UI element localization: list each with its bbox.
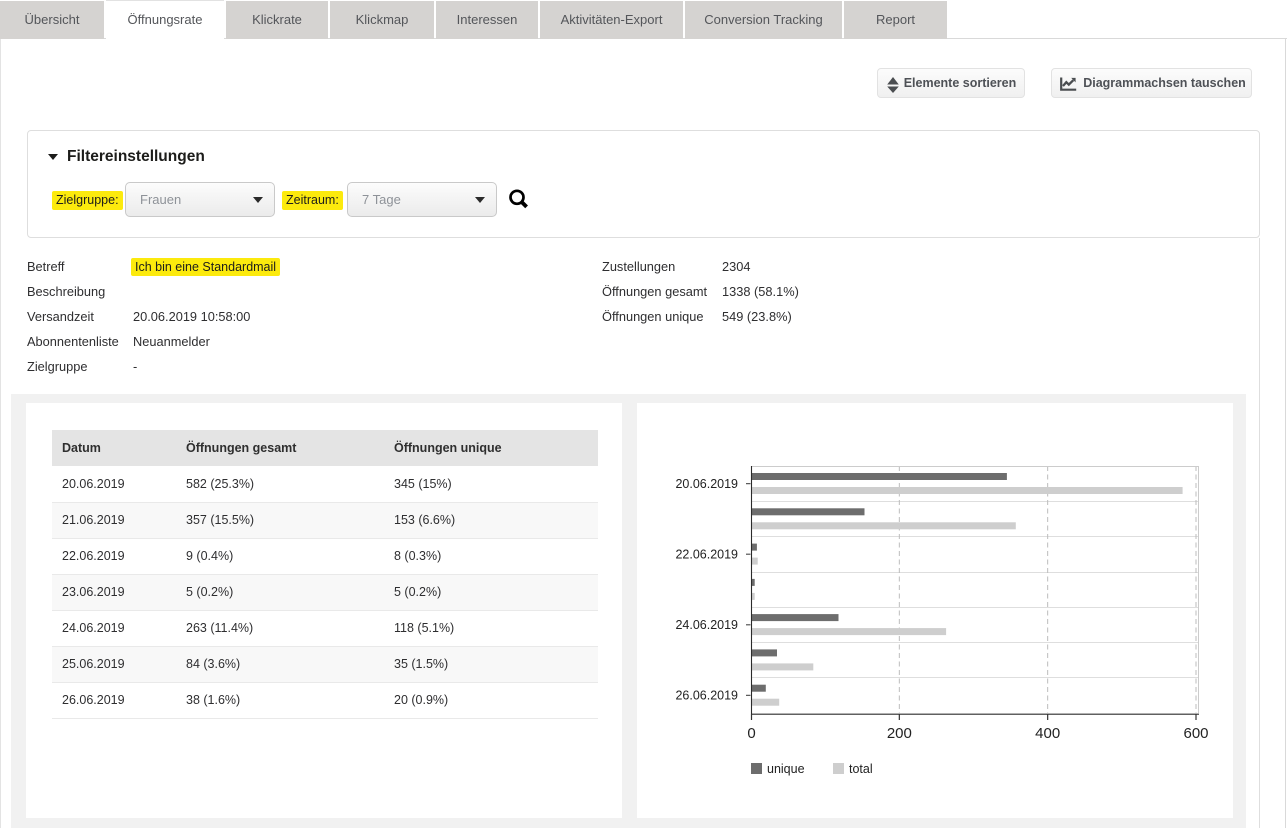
svg-text:0: 0 [747,725,755,742]
svg-text:unique: unique [767,762,805,776]
svg-text:200: 200 [887,725,912,742]
svg-text:26.06.2019: 26.06.2019 [675,689,738,703]
svg-text:20.06.2019: 20.06.2019 [675,477,738,491]
svg-text:600: 600 [1183,725,1208,742]
svg-text:400: 400 [1035,725,1060,742]
svg-text:total: total [849,762,873,776]
svg-text:22.06.2019: 22.06.2019 [675,548,738,562]
svg-text:24.06.2019: 24.06.2019 [675,618,738,632]
